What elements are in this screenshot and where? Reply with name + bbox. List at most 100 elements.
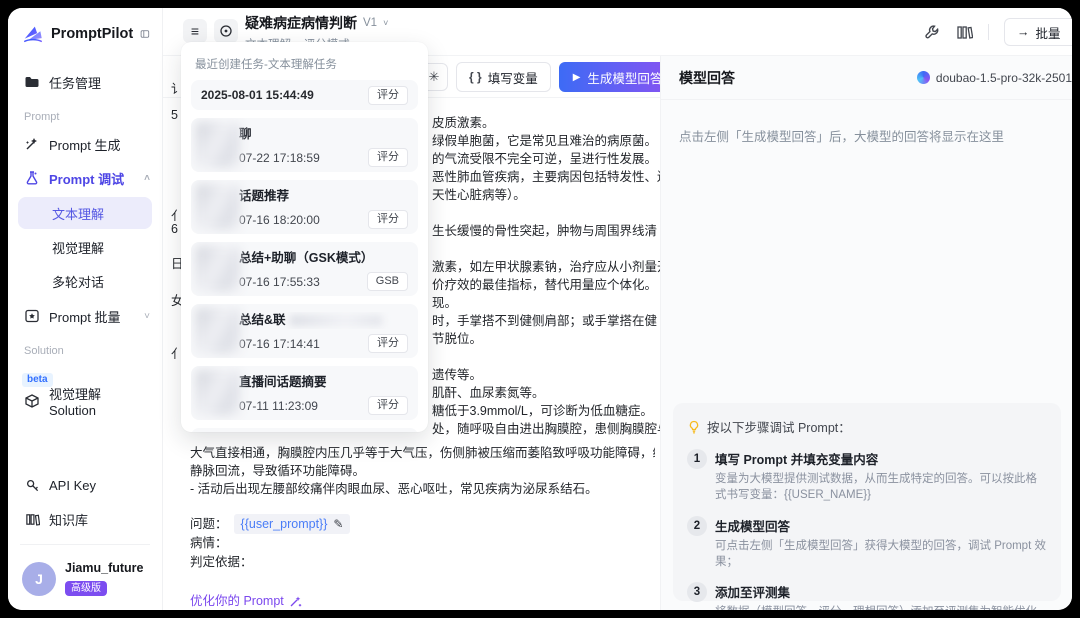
task-list-item[interactable]: 总结&联 07-16 17:14:41 评分 <box>191 304 418 358</box>
step-number: 1 <box>687 449 707 469</box>
logo-row: PromptPilot <box>8 8 162 55</box>
flask-icon <box>24 170 40 186</box>
guide-step: 2 生成模型回答 可点击左侧「生成模型回答」获得大模型的回答，调试 Prompt… <box>687 515 1047 571</box>
plan-badge: 高级版 <box>65 581 107 596</box>
task-list-item[interactable]: 总结+助聊（GSK模式） 07-16 17:55:33 GSB <box>191 242 418 296</box>
task-list-item-partial[interactable] <box>191 428 418 432</box>
sidebar-subitem-text-understanding[interactable]: 文本理解 <box>18 197 152 229</box>
sidebar-item-label: API Key <box>49 477 96 493</box>
task-mode-badge: 评分 <box>368 85 408 105</box>
wrench-icon[interactable] <box>924 24 941 41</box>
task-list-item[interactable]: 聊 07-22 17:18:59 评分 <box>191 118 418 172</box>
prompt-text-bottom[interactable]: 大气直接相通，胸膜腔内压几乎等于大气压，伤侧肺被压缩而萎陷致呼吸功能障碍，纵隔扑… <box>190 444 655 610</box>
prompt-text-line <box>432 348 660 366</box>
blurred-thumbnail <box>196 370 240 416</box>
arrow-right-icon: → <box>1017 25 1030 39</box>
sidebar-item-label: 多轮对话 <box>52 274 105 290</box>
user-prompt-variable-chip[interactable]: {{user_prompt}} ✎ <box>233 514 351 534</box>
prompt-full-lines: 大气直接相通，胸膜腔内压几乎等于大气压，伤侧肺被压缩而萎陷致呼吸功能障碍，纵隔扑… <box>190 444 655 498</box>
batch-button-label: 批量 <box>1035 26 1061 41</box>
beta-badge: beta <box>22 373 53 387</box>
prompt-text-line: 的气流受限不完全可逆，呈进行性发展。 <box>432 152 658 166</box>
task-list-item[interactable]: 2025-08-01 15:44:49 评分 <box>191 80 418 110</box>
variable-text: {{user_prompt}} <box>240 517 328 531</box>
step-title: 添加至评测集 <box>715 586 791 601</box>
sidebar-item-api-key[interactable]: API Key <box>8 468 162 502</box>
model-answer-panel: 模型回答 doubao-1.5-pro-32k-2501 点击左侧「生成模型回答… <box>660 56 1072 610</box>
task-mode-badge: 评分 <box>368 334 408 353</box>
chevron-down-icon[interactable]: ˅ <box>383 18 388 28</box>
prompt-text-line: 激素，如左甲状腺素钠，治疗应从小剂量开 <box>432 260 660 274</box>
prompt-text-line: 现。 <box>432 296 458 310</box>
condition-label: 病情： <box>190 536 228 550</box>
step-description: 将数据（模型回答、评分、理想回答）添加至评测集为智能优化做准备 <box>715 605 1047 610</box>
prompt-text-line: 恶性肺血管疾病，主要病因包括特发性、遗 <box>432 170 660 184</box>
prompt-text-line: 糖低于3.9mmol/L，可诊断为低血糖症。 <box>432 404 653 418</box>
optimize-prompt-label: 优化你的 Prompt <box>190 594 284 608</box>
locate-button[interactable] <box>214 19 238 43</box>
model-answer-title: 模型回答 <box>679 69 735 86</box>
step-number: 3 <box>687 582 707 603</box>
sidebar-item-knowledge-base[interactable]: 知识库 <box>8 502 162 536</box>
task-list-item[interactable]: 话题推荐 07-16 18:20:00 评分 <box>191 180 418 234</box>
braces-icon: { } <box>469 70 482 84</box>
debug-guide-card: 按以下步骤调试 Prompt： 1 填写 Prompt 并填充变量内容 变量为大… <box>673 403 1061 610</box>
target-icon <box>220 25 232 37</box>
page-title: 疑难病症病情判断 <box>245 15 357 31</box>
batch-box-icon <box>24 308 40 324</box>
prompt-text-line: 节脱位。 <box>432 332 483 346</box>
blurred-thumbnail <box>196 246 240 292</box>
task-mode-badge: 评分 <box>368 396 408 415</box>
guide-heading: 按以下步骤调试 Prompt： <box>687 417 1047 436</box>
sidebar-item-prompt-generate[interactable]: Prompt 生成 <box>8 127 162 161</box>
prompt-text-line: 天性心脏病等）。 <box>432 188 526 202</box>
sidebar-item-label: 视觉理解 Solution <box>49 387 102 418</box>
step-description: 可点击左侧「生成模型回答」获得大模型的回答，调试 Prompt 效果； <box>715 539 1046 568</box>
sidebar-subitem-vision-understanding[interactable]: 视觉理解 <box>18 231 152 263</box>
sidebar-item-prompt-debug[interactable]: Prompt 调试 ˄ <box>8 161 162 195</box>
asterisk-icon: ✳ <box>428 69 440 84</box>
hamburger-icon: ≡ <box>190 23 200 39</box>
guide-title: 按以下步骤调试 Prompt： <box>707 421 851 435</box>
recent-tasks-dropdown: 最近创建任务-文本理解任务 2025-08-01 15:44:49 评分 聊 0… <box>181 42 428 432</box>
guide-step: 1 填写 Prompt 并填充变量内容 变量为大模型提供测试数据，从而生成特定的… <box>687 449 1047 504</box>
generate-answer-button[interactable]: ▶ 生成模型回答 <box>558 62 660 92</box>
key-icon <box>24 477 40 493</box>
sidebar-item-task-management[interactable]: 任务管理 <box>8 65 162 99</box>
cube-icon <box>24 393 40 409</box>
prompt-text-clipped[interactable]: 皮质激素。 绿假单胞菌，它是常见且难治的病原菌。 的气流受限不完全可逆，呈进行性发展… <box>432 114 660 438</box>
task-list-item[interactable]: 直播间话题摘要 07-11 11:23:09 评分 <box>191 366 418 420</box>
step-title: 生成模型回答 <box>715 519 791 534</box>
prompt-text-line: 时，手掌搭不到健侧肩部；或手掌搭在健 <box>432 314 658 328</box>
sidebar: PromptPilot 任务管理 Prompt Prompt 生成 Prompt… <box>8 8 163 610</box>
sidebar-item-prompt-batch[interactable]: Prompt 批量 ˅ <box>8 299 162 333</box>
collapse-sidebar-icon[interactable] <box>140 25 150 43</box>
prompt-text-line: 肌酐、血尿素氮等。 <box>432 386 545 400</box>
sidebar-item-label: Prompt 生成 <box>49 137 121 153</box>
blurred-thumbnail <box>196 184 240 230</box>
task-date: 2025-08-01 15:44:49 <box>201 88 314 102</box>
library-icon[interactable] <box>956 24 973 41</box>
prompt-text-line <box>432 240 660 258</box>
sidebar-subitem-multiturn-dialog[interactable]: 多轮对话 <box>18 265 152 297</box>
model-answer-header: 模型回答 doubao-1.5-pro-32k-2501 <box>661 56 1072 100</box>
model-selector[interactable]: doubao-1.5-pro-32k-2501 <box>916 70 1072 85</box>
edit-pencil-icon[interactable]: ✎ <box>333 515 343 533</box>
avatar: J <box>22 561 56 596</box>
question-row: 问题： {{user_prompt}} ✎ <box>190 514 655 534</box>
batch-eval-button[interactable]: → 批量 <box>1004 18 1072 46</box>
question-label: 问题： <box>190 517 228 531</box>
app-title: PromptPilot <box>51 26 134 42</box>
version-label[interactable]: V1 <box>363 17 377 29</box>
prompt-text-line: - 活动后出现左腰部绞痛伴肉眼血尿、恶心呕吐，常见疾病为泌尿系结石。 <box>190 482 598 496</box>
model-name: doubao-1.5-pro-32k-2501 <box>935 70 1072 85</box>
user-profile[interactable]: J Jiamu_future 高级版 <box>8 553 162 610</box>
fill-variables-button[interactable]: { } 填写变量 <box>456 62 551 92</box>
sidebar-item-vision-solution[interactable]: beta 视觉理解 Solution <box>8 373 162 418</box>
menu-button[interactable]: ≡ <box>183 19 207 43</box>
chevron-up-icon: ˄ <box>144 172 150 184</box>
user-name: Jiamu_future <box>65 561 144 575</box>
optimize-prompt-link[interactable]: 优化你的 Prompt <box>190 592 302 610</box>
sidebar-section-prompt: Prompt <box>24 111 60 123</box>
step-number: 2 <box>687 515 707 536</box>
